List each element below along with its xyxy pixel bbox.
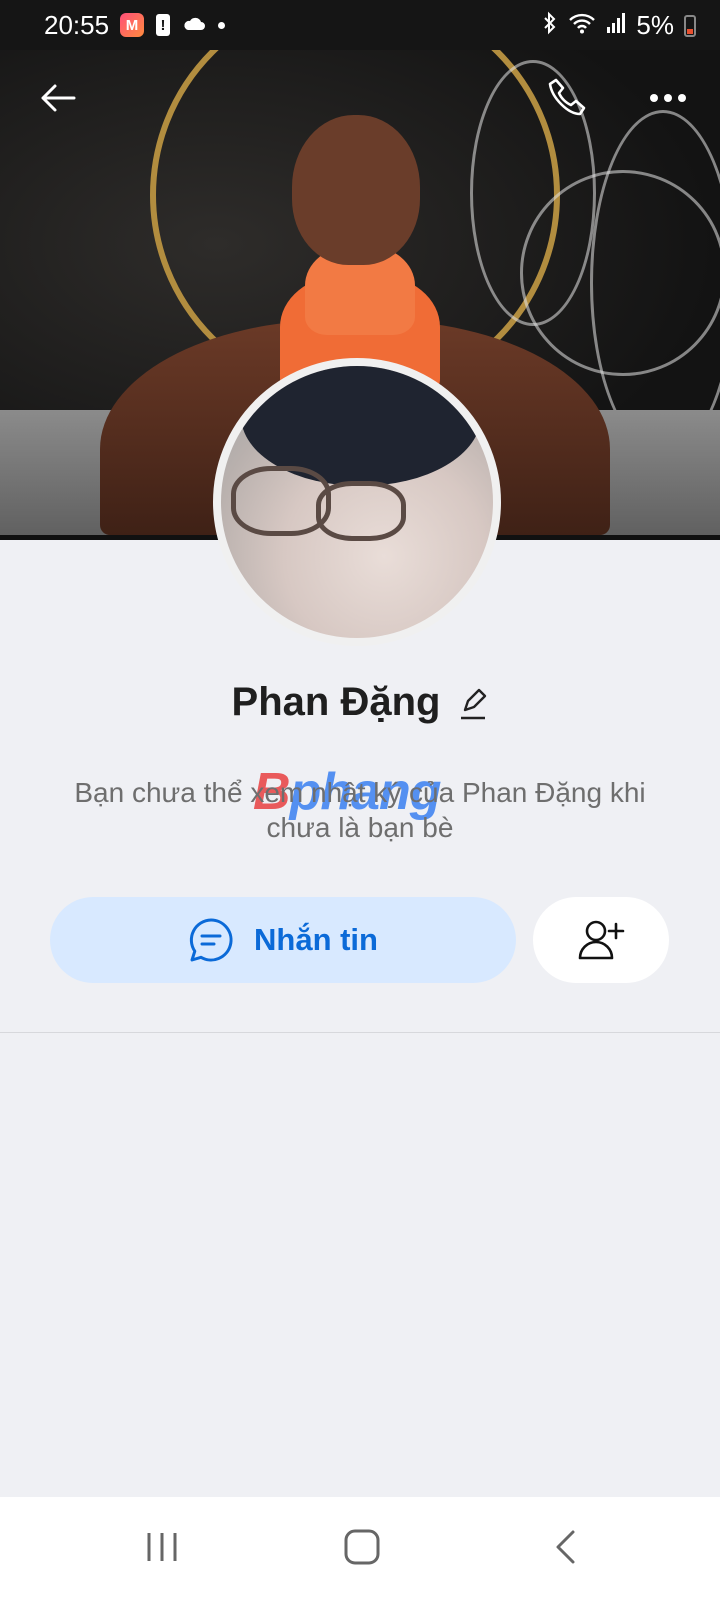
status-left-icons: M !: [120, 13, 225, 37]
avatar-glasses: [316, 481, 406, 541]
wifi-icon: [568, 12, 596, 39]
cloud-icon: [182, 15, 206, 36]
home-icon: [344, 1529, 380, 1565]
back-arrow-icon: [41, 84, 76, 112]
section-divider: [0, 1032, 720, 1033]
system-navigation-bar: [0, 1497, 720, 1600]
profile-name: Phan Đặng: [231, 680, 441, 724]
profile-avatar[interactable]: [213, 358, 501, 646]
dot-icon: [218, 21, 225, 29]
chat-bubble-icon: [189, 918, 233, 962]
cover-smoke: [590, 110, 720, 456]
status-right-icons: 5%: [542, 10, 696, 41]
phone-icon: [548, 78, 586, 116]
message-button[interactable]: Nhắn tin: [50, 897, 516, 983]
battery-percent: 5%: [636, 10, 674, 40]
message-button-label: Nhắn tin: [254, 922, 378, 957]
privacy-notice: Bạn chưa thể xem nhật ký của Phan Đặng k…: [74, 777, 646, 843]
app-badge-icon: M: [120, 13, 144, 37]
status-time: 20:55: [44, 10, 110, 40]
back-button[interactable]: [30, 70, 86, 126]
add-friend-icon: [578, 920, 625, 960]
call-button[interactable]: [540, 70, 596, 126]
recents-button[interactable]: [122, 1519, 202, 1575]
system-back-button[interactable]: [525, 1519, 605, 1575]
status-bar: 20:55 M ! 5%: [0, 0, 720, 50]
more-icon: [650, 94, 686, 102]
alert-icon: !: [156, 14, 170, 36]
back-chevron-icon: [556, 1530, 575, 1564]
battery-icon: [684, 14, 696, 37]
bluetooth-icon: [542, 11, 558, 40]
edit-pencil-icon[interactable]: [458, 685, 488, 721]
add-friend-button[interactable]: [533, 897, 669, 983]
more-options-button[interactable]: [640, 70, 696, 126]
profile-name-row: Phan Đặng: [0, 680, 720, 725]
home-button[interactable]: [322, 1519, 402, 1575]
signal-icon: [606, 12, 626, 39]
recents-icon: [147, 1533, 177, 1561]
cover-statue-head: [292, 115, 420, 265]
